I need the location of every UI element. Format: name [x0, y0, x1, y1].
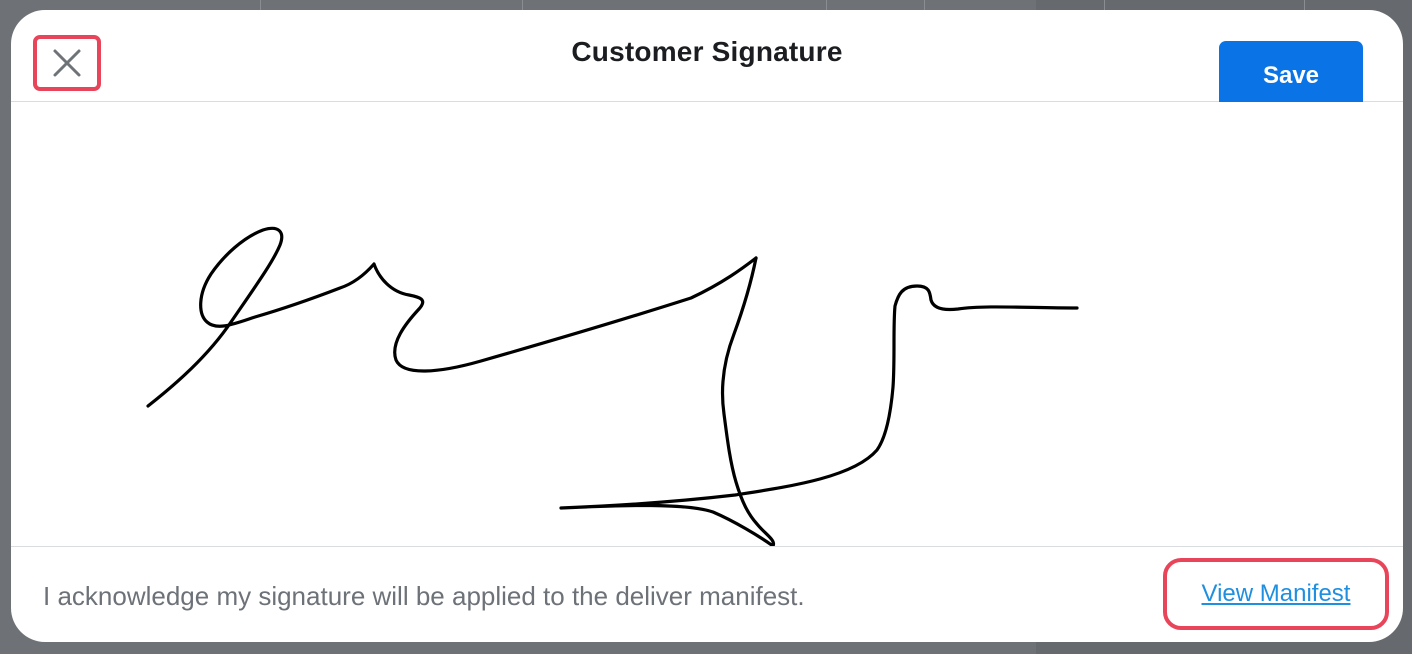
background-divider [1304, 0, 1305, 10]
page-title: Customer Signature [571, 36, 843, 67]
background-divider [826, 0, 827, 10]
background-divider [522, 0, 523, 10]
view-manifest-link[interactable]: View Manifest [1163, 558, 1389, 630]
background-divider [924, 0, 925, 10]
modal-footer: I acknowledge my signature will be appli… [11, 546, 1403, 642]
signature-modal: Customer Signature Save I acknowledge my… [11, 10, 1403, 642]
background-divider [260, 0, 261, 10]
modal-header: Customer Signature Save [11, 10, 1403, 110]
signature-drawing [146, 226, 1079, 546]
view-manifest-label[interactable]: View Manifest [1202, 580, 1351, 608]
signature-pad[interactable] [11, 102, 1403, 546]
background-divider [1104, 0, 1105, 10]
save-button[interactable]: Save [1219, 41, 1363, 110]
acknowledgement-text: I acknowledge my signature will be appli… [43, 581, 805, 611]
